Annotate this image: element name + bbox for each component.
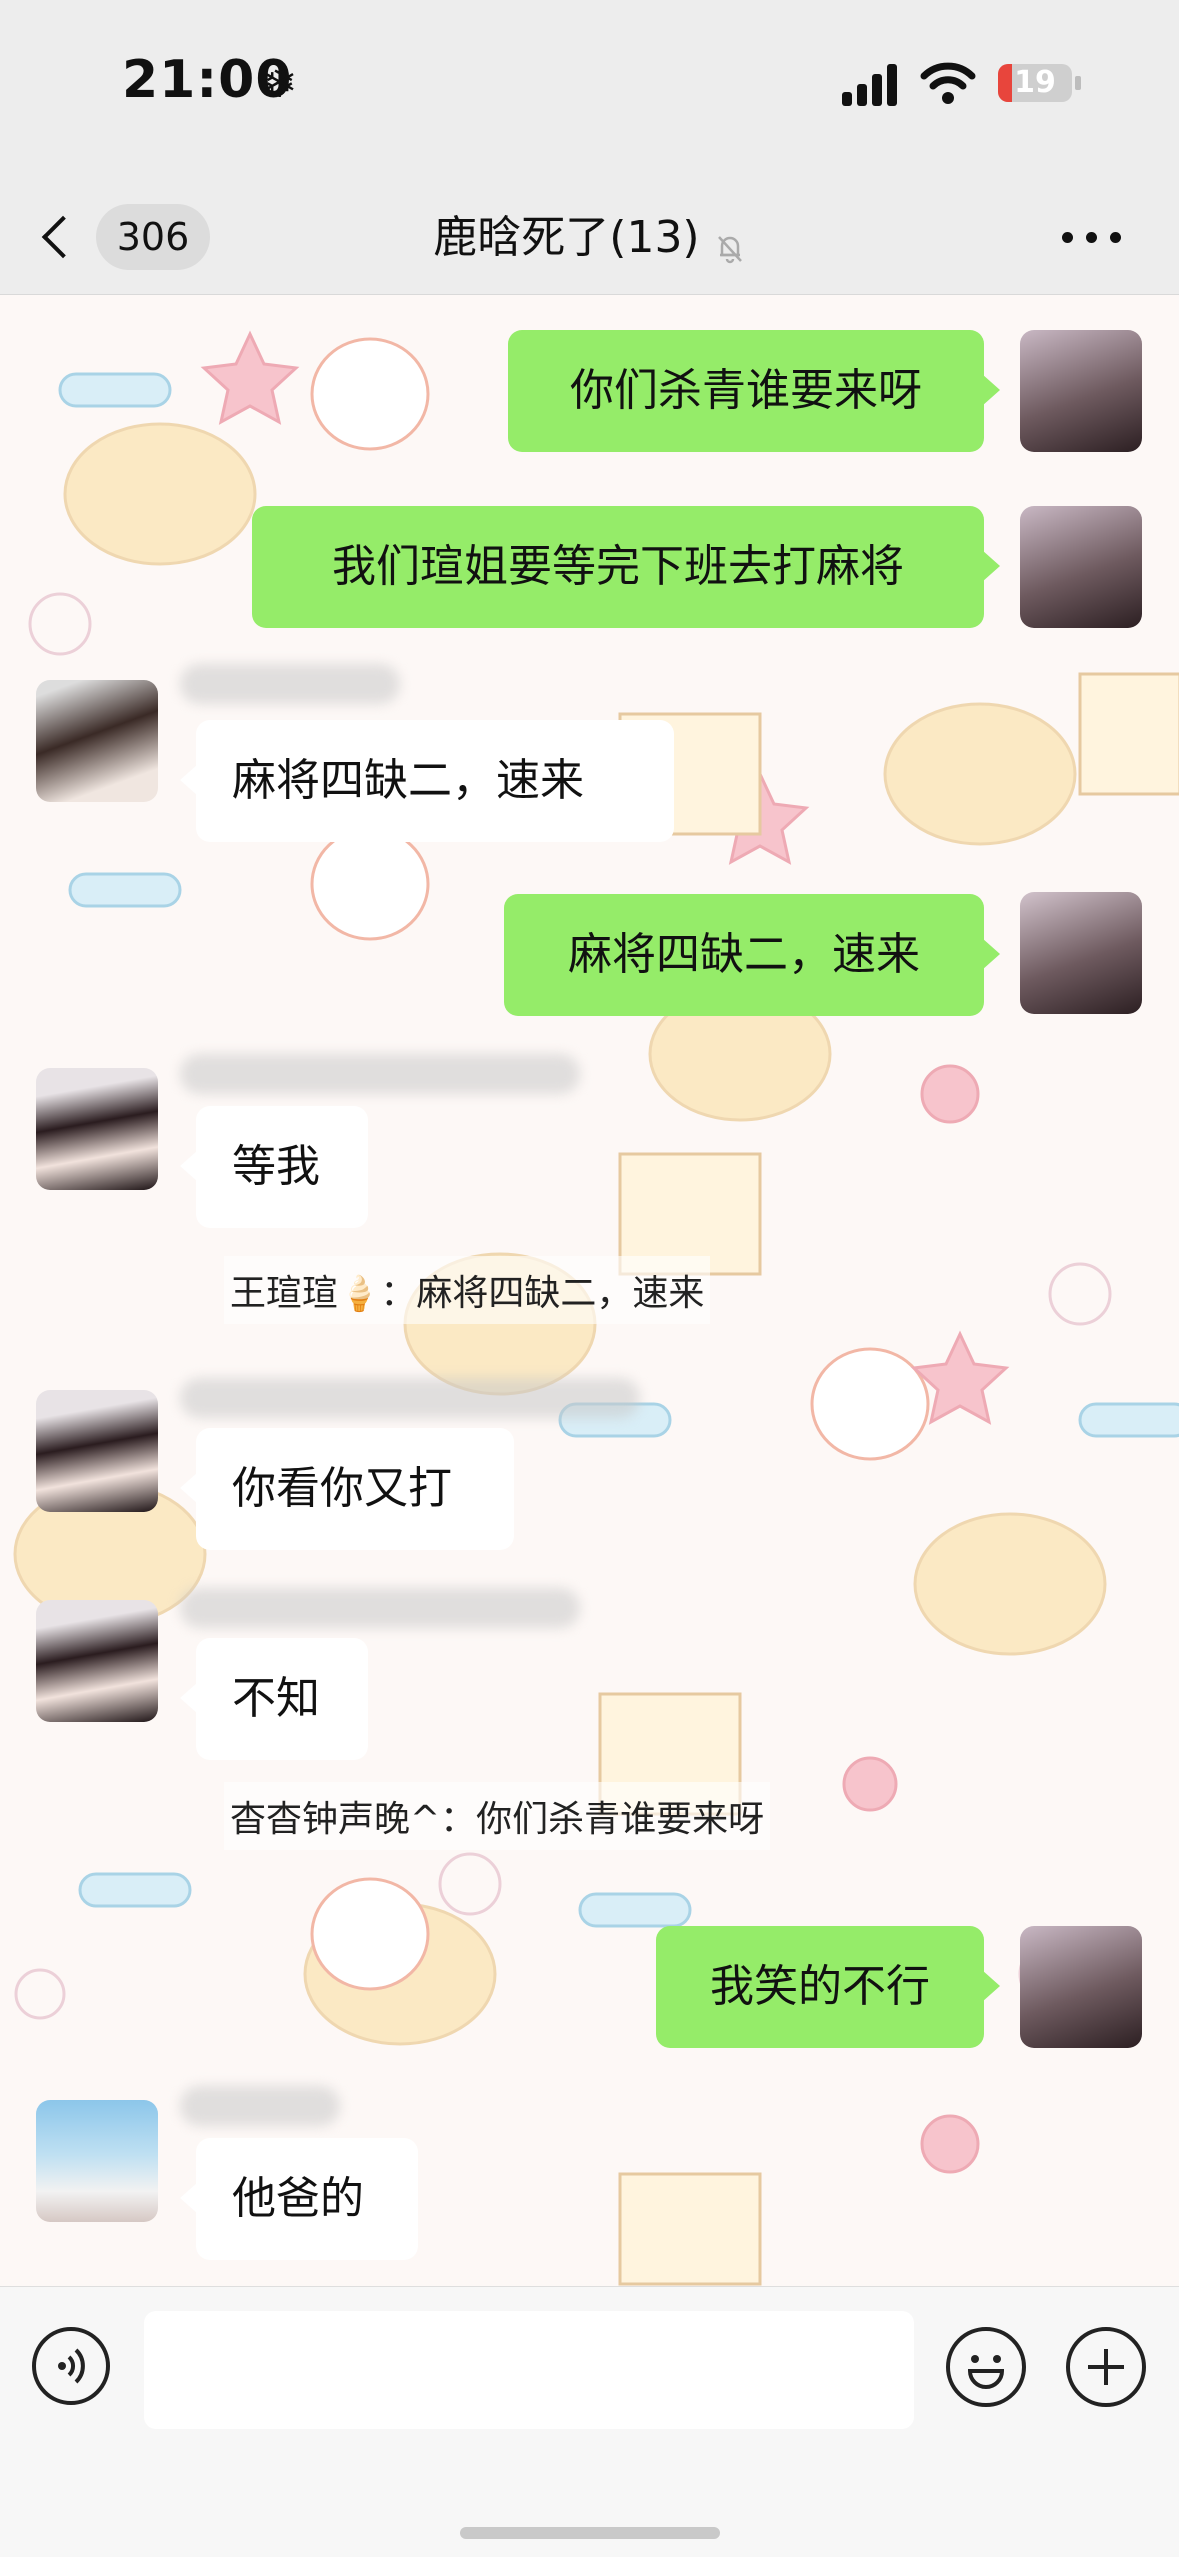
voice-icon[interactable] (32, 2327, 110, 2405)
sender-name-blurred (180, 1054, 580, 1094)
unread-count-badge: 306 (96, 204, 210, 270)
avatar-member[interactable] (36, 1068, 158, 1190)
message-bubble-incoming[interactable]: 他爸的 (180, 2138, 418, 2260)
message-text: 你看你又打 (232, 1463, 452, 1514)
quote-sender: 杳杳钟声晚^ (230, 1799, 441, 1840)
chat-message-list[interactable]: 你们杀青谁要来呀 我们瑄姐要等完下班去打麻将 麻将四缺二，速来 麻将四缺二，速来… (0, 294, 1179, 2286)
sender-name-blurred (180, 664, 400, 704)
message-input-bar (0, 2286, 1179, 2557)
message-bubble-incoming[interactable]: 你看你又打 (180, 1428, 514, 1550)
more-options-button[interactable] (1058, 220, 1128, 254)
quote-sender: 王瑄瑄 (230, 1273, 339, 1314)
battery-tip (1075, 76, 1081, 90)
message-text: 等我 (232, 1141, 320, 1192)
sender-name-blurred (180, 2086, 340, 2126)
sender-name-blurred (180, 1588, 580, 1628)
battery-level: 19 (1014, 65, 1056, 100)
quote-text: ：麻将四缺二，速来 (380, 1273, 705, 1314)
message-bubble-outgoing[interactable]: 我们瑄姐要等完下班去打麻将 (252, 506, 1000, 628)
message-text: 麻将四缺二，速来 (568, 929, 920, 980)
bell-slash-icon (717, 235, 742, 263)
avatar-self[interactable] (1020, 330, 1142, 452)
sender-name-blurred (180, 1378, 640, 1418)
message-text: 你们杀青谁要来呀 (570, 365, 922, 416)
avatar-self[interactable] (1020, 1926, 1142, 2048)
message-bubble-incoming[interactable]: 等我 (180, 1106, 368, 1228)
avatar-self[interactable] (1020, 892, 1142, 1014)
message-text: 麻将四缺二，速来 (232, 755, 584, 806)
message-input[interactable] (144, 2311, 914, 2429)
quote-text: ：你们杀青谁要来呀 (440, 1799, 765, 1840)
message-text: 我笑的不行 (710, 1961, 930, 2012)
quoted-message[interactable]: 王瑄瑄🍦：麻将四缺二，速来 (224, 1256, 711, 1324)
snowflake-icon: ❄ (262, 58, 298, 107)
smiley-icon[interactable] (946, 2327, 1026, 2407)
chat-title-area[interactable]: 鹿晗死了(13) (330, 206, 850, 270)
dot (1086, 232, 1097, 243)
message-text: 不知 (232, 1673, 320, 1724)
plus-icon[interactable] (1066, 2327, 1146, 2407)
message-text: 他爸的 (232, 2173, 364, 2224)
status-bar: 21:00 ❄ 19 (0, 0, 1179, 180)
battery-icon: 19 (998, 64, 1072, 102)
back-button[interactable]: 306 (41, 202, 214, 272)
message-bubble-outgoing[interactable]: 我笑的不行 (656, 1926, 1000, 2048)
wifi-icon (920, 62, 976, 104)
avatar-member[interactable] (36, 680, 158, 802)
avatar-self[interactable] (1020, 506, 1142, 628)
chevron-left-icon (41, 215, 85, 259)
dot (1062, 232, 1073, 243)
message-bubble-incoming[interactable]: 麻将四缺二，速来 (180, 720, 674, 842)
message-bubble-outgoing[interactable]: 你们杀青谁要来呀 (508, 330, 1000, 452)
quoted-message[interactable]: 杳杳钟声晚^：你们杀青谁要来呀 (224, 1782, 771, 1850)
chat-header: 306 鹿晗死了(13) (0, 180, 1179, 295)
cellular-signal-icon (842, 62, 902, 106)
home-indicator[interactable] (460, 2527, 720, 2539)
message-bubble-incoming[interactable]: 不知 (180, 1638, 368, 1760)
message-text: 我们瑄姐要等完下班去打麻将 (332, 541, 904, 592)
avatar-member[interactable] (36, 1600, 158, 1722)
message-bubble-outgoing[interactable]: 麻将四缺二，速来 (504, 894, 1000, 1016)
avatar-member[interactable] (36, 1390, 158, 1512)
avatar-member[interactable] (36, 2100, 158, 2222)
dot (1110, 232, 1121, 243)
page-title: 鹿晗死了(13) (433, 212, 700, 263)
ice-cream-icon: 🍦 (338, 1274, 381, 1314)
